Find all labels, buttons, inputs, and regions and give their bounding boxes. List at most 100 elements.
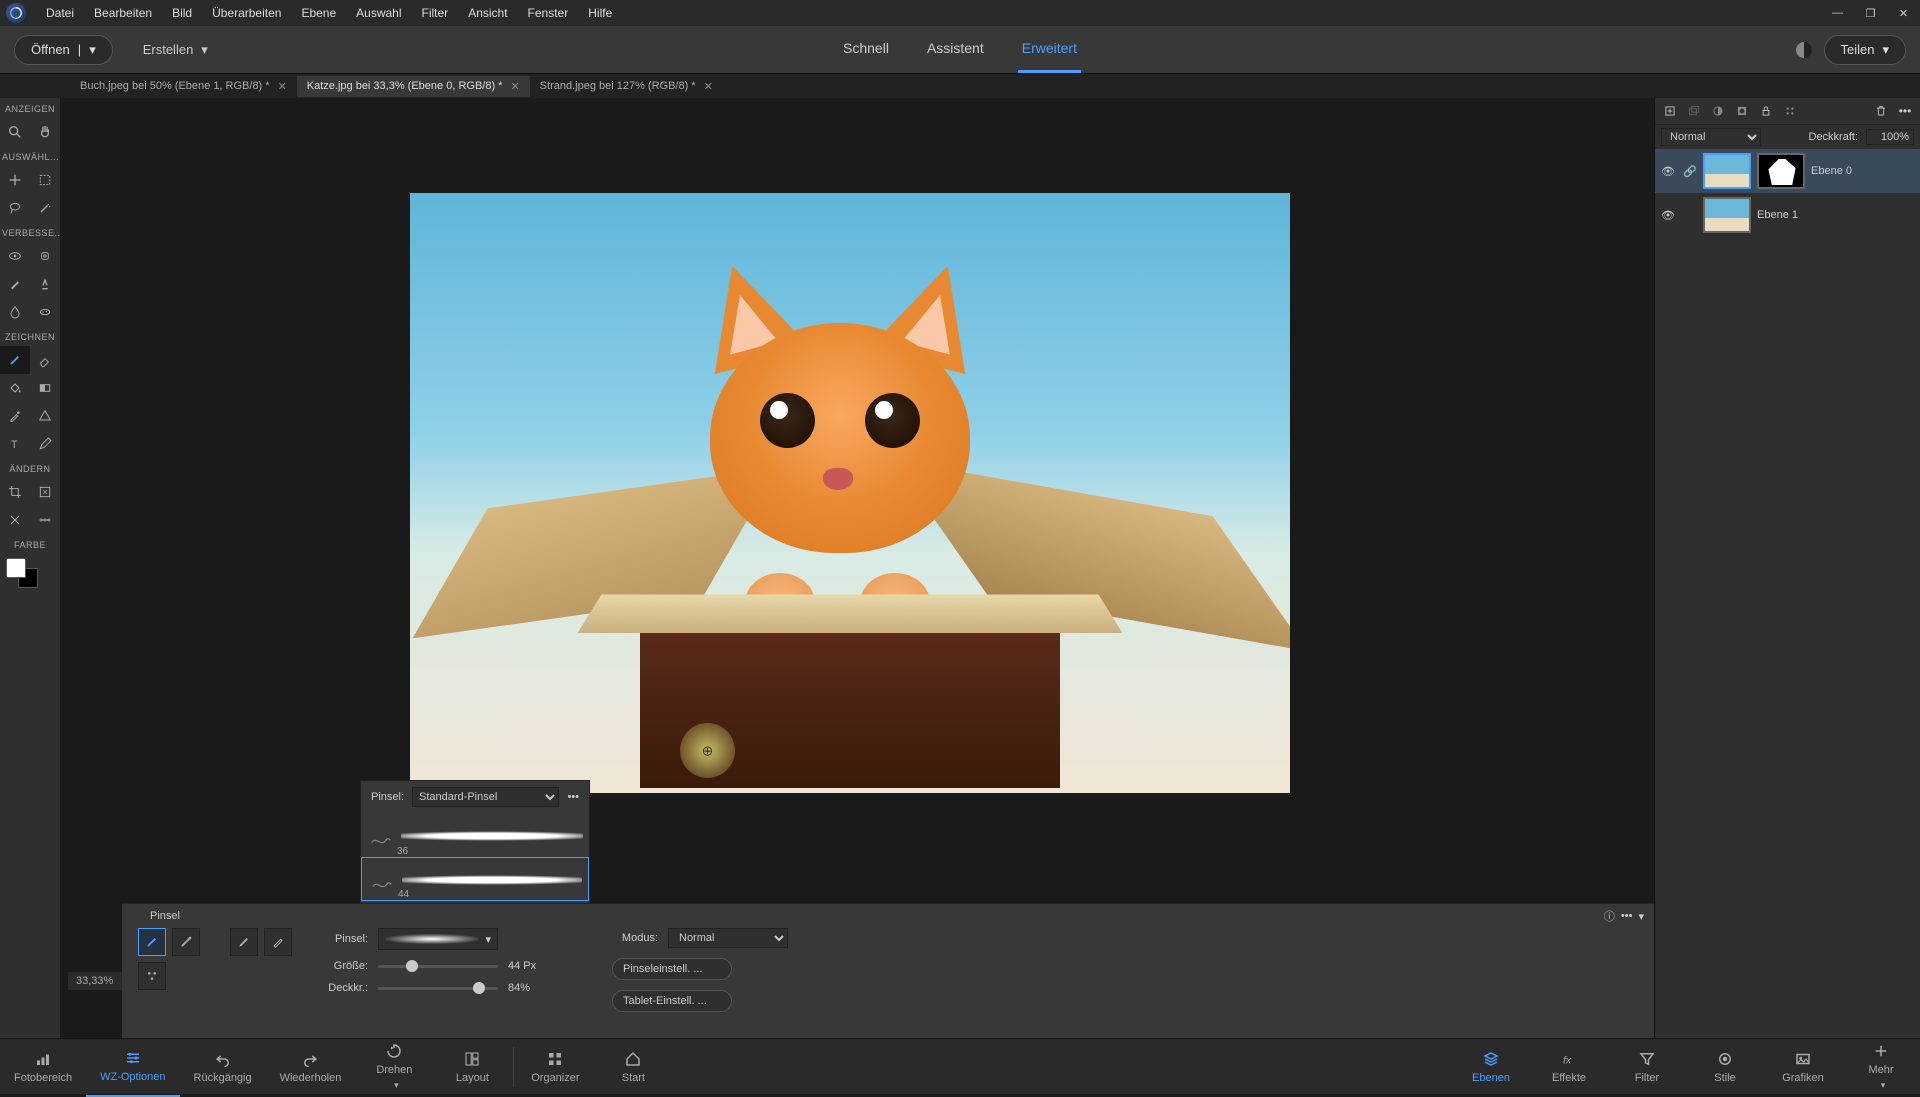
share-button[interactable]: Teilen▾	[1824, 35, 1907, 65]
nav-mehr[interactable]: Mehr	[1842, 1036, 1920, 1097]
zoom-tool[interactable]	[0, 118, 30, 146]
file-tab[interactable]: Strand.jpeg bei 127% (RGB/8) *✕	[530, 76, 723, 97]
lasso-tool[interactable]	[0, 194, 30, 222]
foreground-color[interactable]	[6, 558, 26, 578]
nav-organizer[interactable]: Organizer	[516, 1044, 594, 1090]
menu-ebene[interactable]: Ebene	[291, 6, 346, 20]
brush-preset-item[interactable]: 36	[361, 813, 589, 857]
brush-select[interactable]: ▾	[378, 928, 498, 950]
blur-tool[interactable]	[0, 298, 30, 326]
nav-layout[interactable]: Layout	[433, 1036, 511, 1097]
brush-popup-menu-icon[interactable]: •••	[567, 791, 579, 803]
visibility-icon[interactable]: 👁	[1661, 209, 1677, 222]
layer-thumbnail[interactable]	[1703, 153, 1751, 189]
menu-überarbeiten[interactable]: Überarbeiten	[202, 6, 291, 20]
spot-heal-tool[interactable]	[30, 242, 60, 270]
nav-fotobereich[interactable]: Fotobereich	[0, 1036, 86, 1097]
fx-icon[interactable]	[1781, 102, 1799, 120]
delete-layer-icon[interactable]	[1872, 102, 1890, 120]
mode-select[interactable]: Normal	[668, 928, 788, 948]
sponge-tool[interactable]	[30, 298, 60, 326]
variant-pattern[interactable]	[138, 962, 166, 990]
new-layer-icon[interactable]	[1661, 102, 1679, 120]
mask-icon[interactable]	[1733, 102, 1751, 120]
menu-filter[interactable]: Filter	[412, 6, 459, 20]
menu-fenster[interactable]: Fenster	[518, 6, 579, 20]
eyedropper-tool[interactable]	[0, 402, 30, 430]
variant-brush[interactable]	[138, 928, 166, 956]
collapse-icon[interactable]: ▾	[1638, 910, 1644, 923]
close-icon[interactable]: ✕	[704, 80, 713, 93]
nav-ebenen[interactable]: Ebenen	[1452, 1036, 1530, 1097]
tab-quick[interactable]: Schnell	[839, 26, 893, 73]
theme-toggle-icon[interactable]	[1796, 42, 1812, 58]
brush-tool[interactable]	[0, 346, 30, 374]
shape-tool[interactable]	[30, 402, 60, 430]
file-tab[interactable]: Buch.jpeg bei 50% (Ebene 1, RGB/8) *✕	[70, 76, 297, 97]
move-tool[interactable]	[0, 166, 30, 194]
brush-settings-button[interactable]: Pinseleinstell. ...	[612, 958, 732, 980]
mask-thumbnail[interactable]	[1757, 153, 1805, 189]
close-icon[interactable]: ✕	[278, 80, 287, 93]
help-icon[interactable]: ⓘ	[1604, 908, 1615, 924]
menu-hilfe[interactable]: Hilfe	[578, 6, 622, 20]
recompose-tool[interactable]	[30, 478, 60, 506]
eraser-tool[interactable]	[30, 346, 60, 374]
menu-auswahl[interactable]: Auswahl	[346, 6, 411, 20]
link-icon[interactable]: 🔗	[1683, 165, 1697, 178]
nav-effekte[interactable]: fxEffekte	[1530, 1036, 1608, 1097]
blend-mode-select[interactable]: Normal	[1661, 128, 1761, 146]
lock-icon[interactable]	[1757, 102, 1775, 120]
menu-bearbeiten[interactable]: Bearbeiten	[84, 6, 162, 20]
panel-menu-icon[interactable]: •••	[1896, 102, 1914, 120]
file-tab[interactable]: Katze.jpg bei 33,3% (Ebene 0, RGB/8) *✕	[297, 76, 530, 97]
window-maximize[interactable]: ❐	[1854, 0, 1887, 26]
pencil-tool[interactable]	[30, 430, 60, 458]
fill-tool[interactable]	[0, 374, 30, 402]
layer-thumbnail[interactable]	[1703, 197, 1751, 233]
open-button[interactable]: Öffnen|▾	[14, 35, 113, 65]
nav-rückgängig[interactable]: Rückgängig	[180, 1036, 266, 1097]
tab-expert[interactable]: Erweitert	[1018, 26, 1081, 73]
visibility-icon[interactable]: 👁	[1661, 165, 1677, 178]
straighten-tool[interactable]	[30, 506, 60, 534]
nav-stile[interactable]: Stile	[1686, 1036, 1764, 1097]
crop-tool[interactable]	[0, 478, 30, 506]
variant-color-replace[interactable]	[230, 928, 258, 956]
new-group-icon[interactable]	[1685, 102, 1703, 120]
menu-bild[interactable]: Bild	[162, 6, 202, 20]
marquee-tool[interactable]	[30, 166, 60, 194]
layer-row[interactable]: 👁🔗Ebene 0	[1655, 149, 1920, 193]
options-menu-icon[interactable]: •••	[1621, 910, 1633, 922]
window-minimize[interactable]: —	[1821, 0, 1854, 26]
tablet-settings-button[interactable]: Tablet-Einstell. ...	[612, 990, 732, 1012]
nav-wz-optionen[interactable]: WZ-Optionen	[86, 1036, 179, 1097]
window-close[interactable]: ✕	[1887, 0, 1920, 26]
nav-drehen[interactable]: Drehen	[355, 1036, 433, 1097]
variant-impressionist[interactable]	[172, 928, 200, 956]
content-move-tool[interactable]	[0, 506, 30, 534]
menu-ansicht[interactable]: Ansicht	[458, 6, 517, 20]
redeye-tool[interactable]	[0, 242, 30, 270]
layer-opacity-input[interactable]	[1866, 129, 1914, 145]
canvas[interactable]	[410, 193, 1290, 793]
brush-preset-item[interactable]: 44	[361, 857, 589, 901]
menu-datei[interactable]: Datei	[36, 6, 84, 20]
tab-assist[interactable]: Assistent	[923, 26, 988, 73]
nav-grafiken[interactable]: Grafiken	[1764, 1036, 1842, 1097]
smart-brush-tool[interactable]	[0, 270, 30, 298]
opacity-slider[interactable]	[378, 987, 498, 990]
clone-tool[interactable]	[30, 270, 60, 298]
hand-tool[interactable]	[30, 118, 60, 146]
wand-tool[interactable]	[30, 194, 60, 222]
size-slider[interactable]	[378, 965, 498, 968]
gradient-tool[interactable]	[30, 374, 60, 402]
text-tool[interactable]: T	[0, 430, 30, 458]
brush-preset-select[interactable]: Standard-Pinsel	[412, 787, 559, 807]
nav-wiederholen[interactable]: Wiederholen	[266, 1036, 356, 1097]
layer-row[interactable]: 👁Ebene 1	[1655, 193, 1920, 237]
create-button[interactable]: Erstellen▾	[131, 36, 220, 64]
nav-filter[interactable]: Filter	[1608, 1036, 1686, 1097]
variant-pencil[interactable]	[264, 928, 292, 956]
close-icon[interactable]: ✕	[510, 80, 519, 93]
